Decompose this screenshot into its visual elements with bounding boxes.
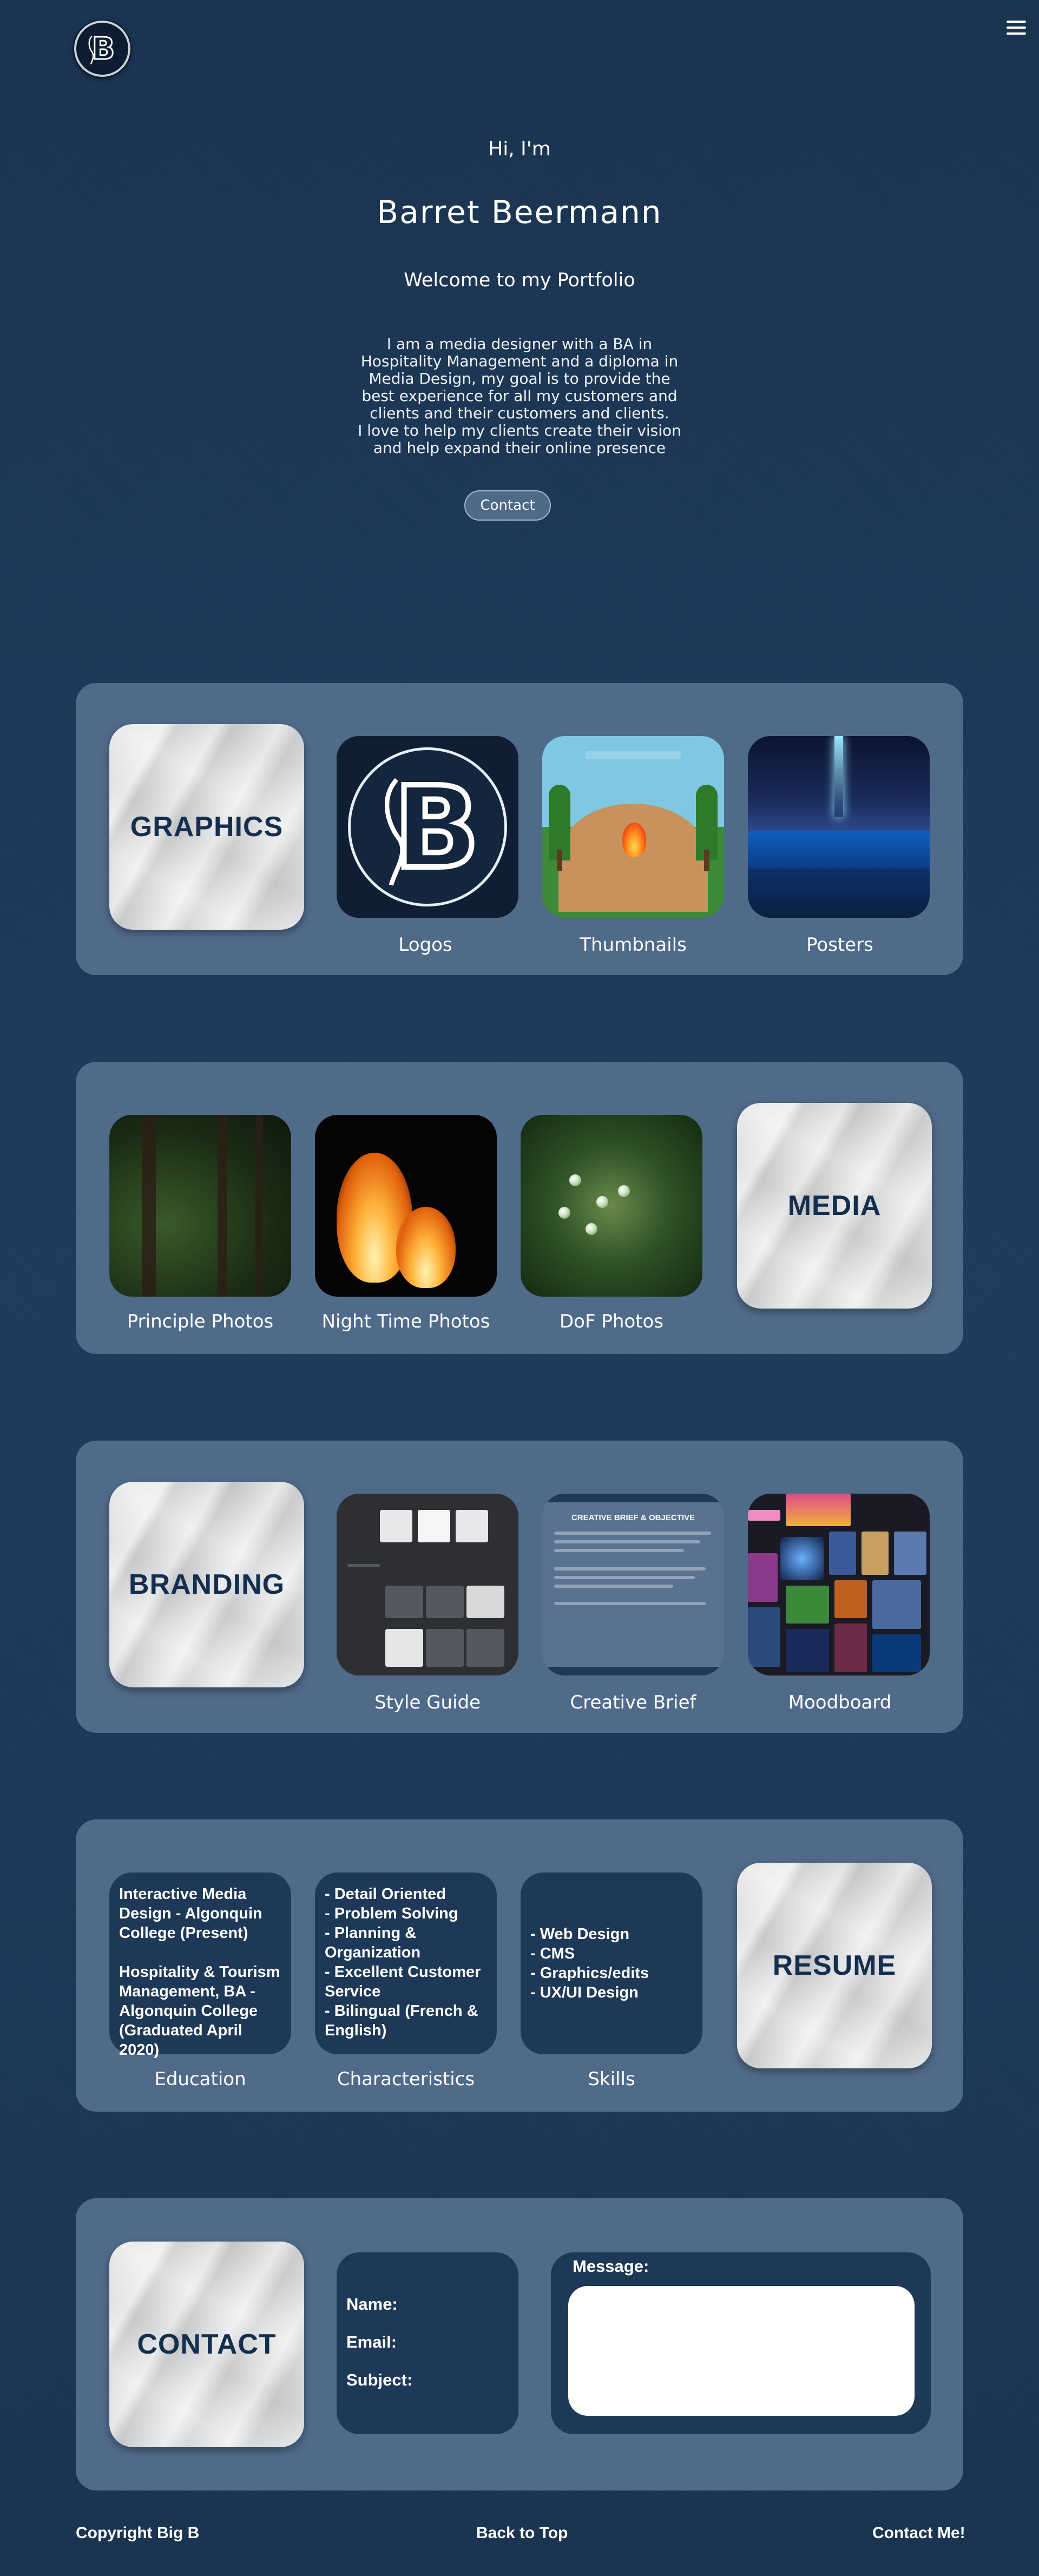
message-label: Message: [573, 2257, 649, 2276]
email-label[interactable]: Email: [346, 2332, 397, 2352]
principle-photos-caption[interactable]: Principle Photos [97, 1311, 303, 1332]
logo-letter: B [92, 31, 115, 67]
characteristics-caption: Characteristics [337, 2068, 475, 2090]
svg-text:B: B [393, 763, 479, 894]
characteristics-card: - Detail Oriented - Problem Solving - Pl… [315, 1872, 497, 2054]
education-line: College (Present) [119, 1924, 248, 1942]
hamburger-menu-icon[interactable] [1007, 21, 1026, 37]
media-title: MEDIA [787, 1190, 882, 1221]
education-line: Algonquin College [119, 2002, 258, 2020]
bio-line: I love to help my clients create their v… [358, 422, 681, 439]
campfire-icon [622, 823, 646, 857]
creative-brief-thumbnail[interactable]: CREATIVE BRIEF & OBJECTIVE [542, 1494, 724, 1675]
bio-line: best experience for all my customers and [361, 387, 678, 405]
resume-title-card[interactable]: RESUME [737, 1863, 932, 2068]
night-time-photos-caption[interactable]: Night Time Photos [303, 1311, 509, 1332]
contact-section: CONTACT Name: Email: Subject: Message: [76, 2198, 963, 2490]
characteristic-line: - Problem Solving [325, 1905, 458, 1922]
graphics-title: GRAPHICS [130, 811, 284, 843]
bio-line: I am a media designer with a BA in [386, 335, 653, 353]
style-guide-caption[interactable]: Style Guide [325, 1692, 530, 1713]
characteristic-line: Organization [325, 1944, 421, 1961]
contact-me-link[interactable]: Contact Me! [872, 2524, 965, 2542]
contact-title: CONTACT [137, 2329, 277, 2360]
moodboard-thumbnail[interactable] [748, 1494, 930, 1675]
characteristic-line: - Bilingual (French & [325, 2002, 478, 2020]
name-label[interactable]: Name: [346, 2295, 398, 2314]
media-section: MEDIA Principle Photos Night Time Photos… [76, 1062, 963, 1354]
characteristic-line: English) [325, 2022, 387, 2039]
hero-name: Barret Beermann [377, 194, 662, 231]
contact-fields-box: Name: Email: Subject: [337, 2252, 518, 2434]
hero-contact-button[interactable]: Contact [464, 490, 551, 521]
hero-welcome: Welcome to my Portfolio [404, 270, 635, 291]
b-logo-icon: B [337, 736, 518, 918]
media-title-card[interactable]: MEDIA [737, 1103, 932, 1309]
graphics-title-card[interactable]: GRAPHICS [109, 724, 304, 930]
branding-title-card[interactable]: BRANDING [109, 1482, 304, 1687]
dof-photos-caption[interactable]: DoF Photos [509, 1311, 714, 1332]
skill-line: - Web Design [530, 1926, 630, 1943]
skill-line: - Graphics/edits [530, 1964, 649, 1982]
characteristic-line: - Planning & [325, 1924, 417, 1942]
night-time-photos-thumbnail[interactable] [315, 1115, 497, 1297]
thumbnails-caption[interactable]: Thumbnails [530, 934, 736, 956]
back-to-top-link[interactable]: Back to Top [476, 2524, 568, 2542]
thumbnails-thumbnail[interactable] [542, 736, 724, 918]
characteristic-line: Service [325, 1983, 381, 2000]
creative-brief-heading: CREATIVE BRIEF & OBJECTIVE [571, 1513, 695, 1522]
dof-photos-thumbnail[interactable] [521, 1115, 702, 1297]
bio-line: and help expand their online presence [373, 439, 666, 457]
characteristic-line: - Detail Oriented [325, 1885, 446, 1903]
education-card: Interactive Media Design - Algonquin Col… [109, 1872, 291, 2059]
education-line: Design - Algonquin [119, 1905, 262, 1922]
style-guide-thumbnail[interactable] [337, 1494, 518, 1675]
posters-thumbnail[interactable] [748, 736, 930, 918]
b-logo-icon: B [78, 24, 127, 73]
education-line: Management, BA - [119, 1983, 255, 2000]
logos-thumbnail[interactable]: B [337, 736, 518, 918]
contact-title-card[interactable]: CONTACT [109, 2242, 304, 2447]
message-input[interactable] [568, 2286, 915, 2416]
bio-line: Hospitality Management and a diploma in [360, 352, 679, 370]
principle-photos-thumbnail[interactable] [109, 1115, 291, 1297]
hero-greeting: Hi, I'm [488, 138, 551, 160]
bio-line: Media Design, my goal is to provide the [369, 370, 670, 387]
graphics-section: GRAPHICS B Logos Thumbnails Posters [76, 683, 963, 975]
footer-copyright: Copyright Big B [76, 2524, 200, 2542]
branding-title: BRANDING [128, 1569, 285, 1600]
education-caption: Education [154, 2068, 246, 2090]
education-line: Hospitality & Tourism [119, 1963, 280, 1981]
skill-line: - CMS [530, 1945, 575, 1962]
hero-bio: I am a media designer with a BA in Hospi… [336, 336, 703, 457]
logos-caption[interactable]: Logos [323, 934, 528, 956]
bio-line: clients and their customers and clients. [370, 404, 669, 422]
message-box: Message: [551, 2252, 931, 2434]
skill-line: - UX/UI Design [530, 1984, 639, 2001]
education-line: (Graduated April 2020) [119, 2022, 242, 2059]
characteristic-line: - Excellent Customer [325, 1963, 481, 1981]
skills-caption: Skills [588, 2068, 635, 2090]
site-logo[interactable]: B [74, 21, 130, 77]
resume-title: RESUME [772, 1950, 897, 1981]
subject-label[interactable]: Subject: [346, 2370, 412, 2390]
posters-caption[interactable]: Posters [737, 934, 943, 956]
skills-card: - Web Design - CMS - Graphics/edits - UX… [521, 1872, 702, 2054]
branding-section: BRANDING CREATIVE BRIEF & OBJECTIVE Styl… [76, 1441, 963, 1733]
education-line: Interactive Media [119, 1885, 247, 1903]
creative-brief-caption[interactable]: Creative Brief [530, 1692, 736, 1713]
moodboard-caption[interactable]: Moodboard [737, 1692, 943, 1713]
resume-section: Interactive Media Design - Algonquin Col… [76, 1819, 963, 2112]
